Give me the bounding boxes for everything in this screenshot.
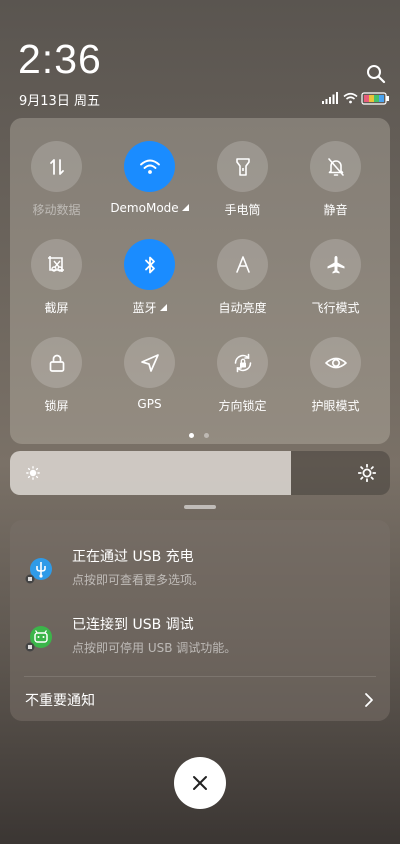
brightness-slider[interactable] [10, 451, 390, 495]
notification-subtitle: 点按即可停用 USB 调试功能。 [72, 641, 237, 655]
tile-label: 截屏 [10, 299, 103, 316]
clock[interactable]: 2:36 [18, 36, 102, 83]
tile-button[interactable] [217, 239, 268, 290]
brightness-low-icon [26, 466, 40, 480]
divider [24, 676, 376, 677]
tile-gps[interactable]: GPS [103, 337, 196, 427]
close-icon [193, 776, 207, 790]
status-header: 2:36 9月13日 周五 [0, 0, 400, 115]
tile-button[interactable] [310, 337, 361, 388]
tile-airplane[interactable]: 飞行模式 [289, 239, 382, 329]
tile-label-text: 移动数据 [32, 203, 81, 217]
tile-wifi[interactable]: DemoMode [103, 141, 196, 231]
tile-label-text: 飞行模式 [311, 301, 360, 315]
screenshot-icon [47, 255, 64, 272]
tile-label: 移动数据 [10, 201, 103, 218]
notification-title: 已连接到 USB 调试 [72, 617, 194, 633]
tile-label-text: 护眼模式 [311, 399, 360, 413]
chevron-right-icon [365, 693, 373, 707]
unimportant-notifications-row[interactable]: 不重要通知 [10, 680, 390, 720]
tile-button[interactable] [31, 337, 82, 388]
flashlight-icon [235, 157, 250, 176]
tile-label-text: DemoMode [110, 201, 179, 215]
battery-icon [361, 92, 389, 105]
tile-label: 锁屏 [10, 397, 103, 414]
unimportant-notifications-label: 不重要通知 [25, 693, 95, 709]
tile-button[interactable] [310, 239, 361, 290]
tile-bluetooth[interactable]: 蓝牙 [103, 239, 196, 329]
eye-icon [324, 357, 347, 368]
mobile-data-icon [49, 158, 64, 175]
signal-icon [322, 92, 338, 104]
tile-button[interactable] [31, 239, 82, 290]
tile-button[interactable] [124, 337, 175, 388]
tile-label-text: 手电筒 [224, 203, 261, 217]
page-dot-active [189, 433, 194, 438]
tile-label-text: 截屏 [44, 301, 69, 315]
gps-icon [140, 353, 159, 372]
wifi-icon [139, 159, 160, 174]
tile-label: 自动亮度 [196, 299, 289, 316]
tile-eye[interactable]: 护眼模式 [289, 337, 382, 427]
brightness-fill [10, 451, 292, 495]
expand-triangle-icon[interactable] [181, 204, 189, 211]
tile-label: 方向锁定 [196, 397, 289, 414]
tile-rotation-lock[interactable]: 方向锁定 [196, 337, 289, 427]
tile-label-text: GPS [137, 397, 162, 411]
brightness-high-icon [358, 464, 376, 482]
tile-label: DemoMode [103, 201, 196, 215]
tile-label: 飞行模式 [289, 299, 382, 316]
tile-label: GPS [103, 397, 196, 411]
tile-label-text: 蓝牙 [132, 301, 157, 315]
tile-label-text: 锁屏 [44, 399, 69, 413]
android-debug-icon [25, 626, 52, 652]
tile-lock[interactable]: 锁屏 [10, 337, 103, 427]
tile-button[interactable] [124, 239, 175, 290]
tile-label: 手电筒 [196, 201, 289, 218]
page-dot[interactable] [204, 433, 209, 438]
lock-icon [49, 354, 64, 372]
notification-title: 正在通过 USB 充电 [72, 549, 194, 565]
bluetooth-icon [144, 256, 155, 273]
tile-auto-brightness[interactable]: 自动亮度 [196, 239, 289, 329]
expand-triangle-icon[interactable] [159, 304, 167, 311]
page-indicator [0, 433, 400, 439]
search-icon[interactable] [366, 64, 386, 84]
notification-panel: 正在通过 USB 充电 点按即可查看更多选项。 已连接到 USB 调试 点按即可… [10, 520, 390, 721]
notification-usb-debugging[interactable]: 已连接到 USB 调试 点按即可停用 USB 调试功能。 [10, 610, 390, 666]
system-status-icons [322, 92, 389, 105]
mute-bell-icon [327, 157, 344, 176]
auto-brightness-icon [235, 255, 250, 273]
tile-screenshot[interactable]: 截屏 [10, 239, 103, 329]
notification-usb-charging[interactable]: 正在通过 USB 充电 点按即可查看更多选项。 [10, 542, 390, 598]
wifi-status-icon [343, 92, 358, 104]
usb-icon [25, 558, 52, 584]
tile-mobile-data[interactable]: 移动数据 [10, 141, 103, 231]
tile-button[interactable] [217, 337, 268, 388]
clear-notifications-button[interactable] [174, 757, 226, 809]
tile-button[interactable] [217, 141, 268, 192]
drag-handle[interactable] [184, 505, 216, 509]
tile-mute-bell[interactable]: 静音 [289, 141, 382, 231]
quick-settings-panel: 移动数据 DemoMode 手电筒 静音截屏 蓝牙 自动亮度 飞行模式锁屏 GPS 方向锁定 护眼… [10, 118, 390, 444]
tile-label: 蓝牙 [103, 299, 196, 316]
tile-label-text: 自动亮度 [218, 301, 267, 315]
date[interactable]: 9月13日 周五 [19, 90, 100, 109]
tile-label: 护眼模式 [289, 397, 382, 414]
tile-label-text: 方向锁定 [218, 399, 267, 413]
tile-button[interactable] [124, 141, 175, 192]
rotation-lock-icon [234, 353, 251, 372]
notification-subtitle: 点按即可查看更多选项。 [72, 573, 205, 587]
tile-flashlight[interactable]: 手电筒 [196, 141, 289, 231]
tile-label: 静音 [289, 201, 382, 218]
tile-label-text: 静音 [323, 203, 348, 217]
tile-button[interactable] [310, 141, 361, 192]
airplane-icon [327, 255, 344, 273]
tile-button[interactable] [31, 141, 82, 192]
